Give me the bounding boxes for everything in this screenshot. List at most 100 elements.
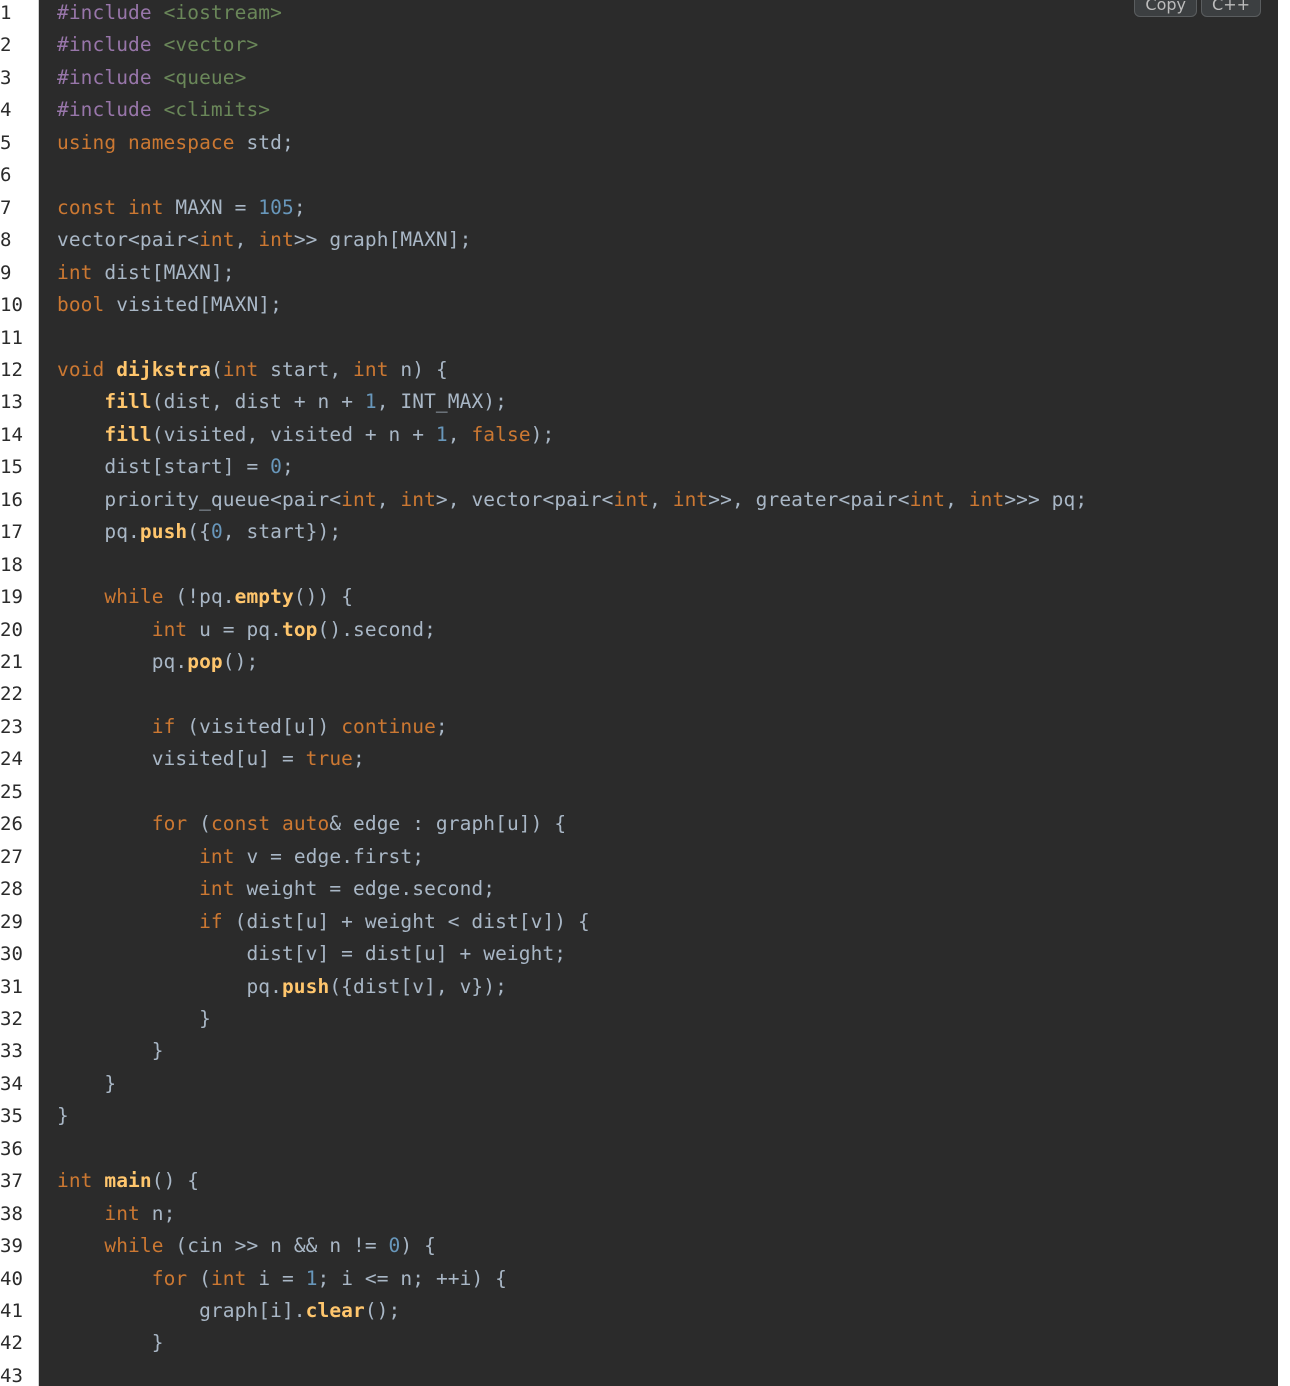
code-line: 41 graph[i].clear(); <box>0 1295 1278 1327</box>
code-token: (!pq. <box>175 585 235 609</box>
code-token: main <box>104 1169 152 1193</box>
code-token: ; <box>435 714 448 738</box>
line-number: 28 <box>0 878 23 901</box>
code-token: int <box>57 260 105 284</box>
code-text: using namespace std; <box>57 127 294 159</box>
language-badge[interactable]: C++ <box>1201 0 1261 17</box>
code-token: } <box>57 1006 211 1030</box>
code-token: >, vector<pair< <box>435 487 614 511</box>
code-token: n) { <box>400 357 448 381</box>
code-text: dist[v] = dist[u] + weight; <box>57 938 566 970</box>
code-line: 11 <box>0 322 1278 354</box>
code-token: >> graph[MAXN]; <box>293 228 472 252</box>
code-token: (); <box>364 1299 401 1322</box>
copy-button[interactable]: Copy <box>1134 0 1198 17</box>
code-token: int <box>199 228 235 252</box>
line-number: 37 <box>0 1170 23 1193</box>
code-line: 18 <box>0 549 1278 581</box>
code-text: priority_queue<pair< int, int >, vector<pa… <box>57 484 1087 516</box>
line-number: 35 <box>0 1105 23 1128</box>
code-line: 17 pq.push({0, start}); <box>0 516 1278 548</box>
code-token: int <box>222 357 271 381</box>
code-token: 1 <box>364 390 377 414</box>
code-text: } <box>57 1327 164 1359</box>
code-token: while <box>104 585 176 609</box>
code-token: int <box>104 1201 152 1225</box>
code-text: #include <iostream> <box>57 0 282 29</box>
code-text: pq.push({dist[v], v}); <box>57 971 507 1003</box>
code-token: ({dist[v], v}); <box>329 974 507 998</box>
code-token: int <box>199 877 247 901</box>
code-token: i = <box>258 1266 306 1290</box>
code-text: while (cin >> n && n != 0) { <box>57 1230 436 1262</box>
code-token: pq. <box>57 520 140 544</box>
code-token: v = edge.first; <box>246 844 425 868</box>
line-number: 20 <box>0 618 23 641</box>
code-line: 25 <box>0 776 1278 808</box>
code-line: 20 int u = pq.top().second; <box>0 614 1278 646</box>
code-line: 15 dist[start] = 0; <box>0 451 1278 483</box>
code-token: <iostream> <box>163 1 282 24</box>
line-number: 3 <box>0 66 12 89</box>
code-token: (visited, visited + n + <box>151 422 436 446</box>
code-line: 14 fill(visited, visited + n + 1, false)… <box>0 419 1278 451</box>
code-token: ( <box>210 357 223 381</box>
code-token: >>> pq; <box>1004 487 1088 511</box>
line-number: 13 <box>0 391 23 414</box>
code-token: visited[MAXN]; <box>116 293 282 317</box>
code-line: 12 void dijkstra(int start, int n) { <box>0 354 1278 386</box>
code-text: } <box>57 1068 116 1100</box>
code-token: int <box>909 487 946 511</box>
code-text: #include <vector> <box>57 29 258 61</box>
code-token: priority_queue<pair< <box>57 487 342 511</box>
line-number: 6 <box>0 164 12 187</box>
code-text: if (dist[u] + weight < dist[v]) { <box>57 906 590 938</box>
code-token: int <box>672 487 709 511</box>
code-token: , <box>376 487 401 511</box>
code-token: >>, greater<pair< <box>708 487 910 511</box>
code-line: 19 while (!pq.empty()) { <box>0 581 1278 613</box>
code-token: , <box>447 422 472 446</box>
line-number: 19 <box>0 586 23 609</box>
code-token: u = pq. <box>199 617 282 641</box>
code-line: 16 priority_queue<pair<int, int>, vector… <box>0 484 1278 516</box>
code-toolbar: Copy C++ <box>1134 0 1261 17</box>
code-line: 28 int weight = edge.second; <box>0 873 1278 905</box>
code-editor[interactable]: 1 #include <iostream> 2 #include <vector> 3 #… <box>0 0 1278 1386</box>
code-text: for (int i = 1; i <= n; ++i) { <box>57 1263 507 1295</box>
code-line: 23 if (visited[u]) continue; <box>0 711 1278 743</box>
code-token: 1 <box>435 422 448 446</box>
code-text: fill(dist, dist + n + 1, INT_MAX); <box>57 386 507 418</box>
code-text: void dijkstra(int start, int n) { <box>57 354 448 386</box>
line-number: 22 <box>0 683 23 706</box>
code-line: 6 <box>0 159 1278 191</box>
code-text: int u = pq.top().second; <box>57 614 436 646</box>
code-token: ; <box>293 195 306 219</box>
code-text: fill(visited, visited + n + 1, false); <box>57 419 554 451</box>
code-text: int n; <box>57 1198 175 1230</box>
code-token: const auto <box>210 812 330 836</box>
code-line: 22 <box>0 678 1278 710</box>
line-number: 15 <box>0 456 23 479</box>
line-number: 1 <box>0 2 12 24</box>
code-token: (dist, dist + n + <box>151 390 365 414</box>
code-token: if <box>151 714 188 738</box>
code-token: } <box>57 1071 117 1095</box>
code-token: , <box>649 487 673 511</box>
code-token: weight = edge.second; <box>246 877 496 901</box>
code-line: 10 bool visited[MAXN]; <box>0 289 1278 321</box>
code-token: const int <box>57 195 176 219</box>
code-line: 8 vector<pair<int, int>> graph[MAXN]; <box>0 224 1278 256</box>
vertical-scrollbar[interactable] <box>1278 0 1290 1386</box>
line-number: 30 <box>0 943 23 966</box>
code-text: while (!pq.empty()) { <box>57 581 353 613</box>
code-token: (cin >> n && n != <box>175 1234 389 1258</box>
code-token: ()) { <box>293 585 354 609</box>
line-number: 14 <box>0 423 23 446</box>
code-token: 1 <box>305 1266 318 1290</box>
line-number: 5 <box>0 131 12 154</box>
code-token: clear <box>305 1299 365 1322</box>
